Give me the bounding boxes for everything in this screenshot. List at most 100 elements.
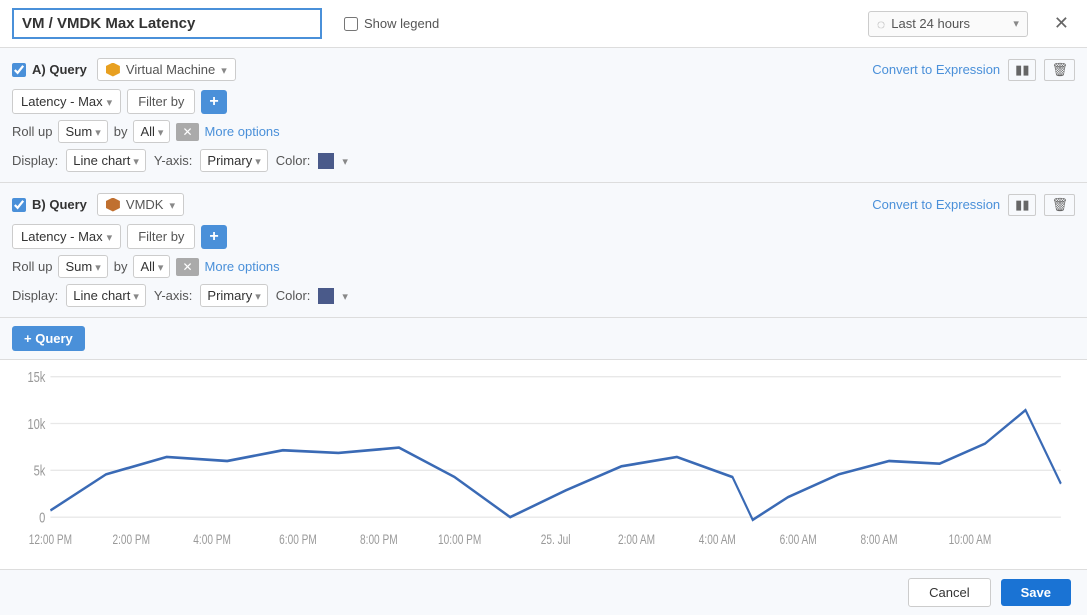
query-a-rollup-by-dropdown[interactable]: All [133, 120, 170, 143]
chart-type-a-chevron [133, 153, 139, 168]
add-query-row: + Query [0, 318, 1087, 360]
query-b-label: B) Query [32, 197, 87, 212]
query-a-checkbox[interactable] [12, 63, 26, 77]
query-b-delete-button[interactable]: 🗑 [1044, 194, 1075, 216]
query-a-rollup-func-dropdown[interactable]: Sum [58, 120, 107, 143]
yaxis-b-chevron [255, 288, 261, 303]
content-area: A) Query Virtual Machine Convert to Expr… [0, 48, 1087, 569]
query-b-convert-link[interactable]: Convert to Expression ▮▮ 🗑 [872, 194, 1075, 216]
show-legend-checkbox[interactable] [344, 17, 358, 31]
query-b-color-label: Color: [276, 288, 311, 303]
svg-text:10k: 10k [27, 415, 45, 432]
query-b-metric-dropdown[interactable]: Latency - Max [12, 224, 121, 249]
query-a-panel: A) Query Virtual Machine Convert to Expr… [0, 48, 1087, 183]
query-b-display-label: Display: [12, 288, 58, 303]
query-a-more-options-link[interactable]: More options [205, 124, 280, 139]
main-container: Show legend ◌ Last 24 hours ✕ A) Query V… [0, 0, 1087, 615]
svg-text:8:00 PM: 8:00 PM [360, 532, 398, 548]
save-button[interactable]: Save [1001, 579, 1071, 606]
svg-text:6:00 PM: 6:00 PM [279, 532, 317, 548]
query-a-copy-button[interactable]: ▮▮ [1008, 59, 1036, 81]
svg-text:2:00 PM: 2:00 PM [112, 532, 150, 548]
time-selector[interactable]: ◌ Last 24 hours [868, 11, 1028, 37]
svg-text:0: 0 [39, 509, 45, 526]
query-b-more-options-link[interactable]: More options [205, 259, 280, 274]
query-b-rollup-label: Roll up [12, 259, 52, 274]
query-a-chart-type-text: Line chart [73, 153, 130, 168]
query-b-checkbox[interactable] [12, 198, 26, 212]
query-b-filter-button[interactable]: Filter by [127, 224, 195, 249]
query-a-label: A) Query [32, 62, 87, 77]
query-b-add-button[interactable]: + [201, 225, 226, 249]
query-b-rollup-func-text: Sum [65, 259, 92, 274]
svg-text:6:00 AM: 6:00 AM [780, 532, 817, 548]
metric-b-chevron-icon [107, 229, 113, 244]
query-b-entity-text: VMDK [126, 197, 164, 212]
query-b-yaxis-dropdown[interactable]: Primary [200, 284, 267, 307]
query-b-entity-dropdown[interactable]: VMDK [97, 193, 184, 216]
query-a-filter-button[interactable]: Filter by [127, 89, 195, 114]
query-b-metric-row: Latency - Max Filter by + [12, 224, 1075, 249]
query-b-color-swatch[interactable] [318, 288, 334, 304]
query-a-entity-text: Virtual Machine [126, 62, 215, 77]
rollup-a-by-chevron [158, 124, 164, 139]
query-a-metric-row: Latency - Max Filter by + [12, 89, 1075, 114]
query-a-yaxis-label: Y-axis: [154, 153, 193, 168]
query-a-color-swatch[interactable] [318, 153, 334, 169]
query-b-rollup-func-dropdown[interactable]: Sum [58, 255, 107, 278]
query-a-convert-label: Convert to Expression [872, 62, 1000, 77]
query-b-chart-type-dropdown[interactable]: Line chart [66, 284, 146, 307]
query-b-display-row: Display: Line chart Y-axis: Primary Colo… [12, 284, 1075, 307]
query-b-header: B) Query VMDK Convert to Expression ▮▮ 🗑 [12, 193, 1075, 216]
rollup-b-by-chevron [158, 259, 164, 274]
query-b-convert-label: Convert to Expression [872, 197, 1000, 212]
query-b-by-label: by [114, 259, 128, 274]
query-b-copy-button[interactable]: ▮▮ [1008, 194, 1036, 216]
query-b-clear-button[interactable]: ✕ [176, 258, 198, 276]
footer-row: Cancel Save [0, 569, 1087, 615]
time-chevron-icon [1013, 17, 1019, 30]
time-range-text: Last 24 hours [891, 16, 1007, 31]
query-a-display-row: Display: Line chart Y-axis: Primary Colo… [12, 149, 1075, 172]
query-b-rollup-by-dropdown[interactable]: All [133, 255, 170, 278]
query-a-yaxis-text: Primary [207, 153, 252, 168]
query-a-convert-link[interactable]: Convert to Expression ▮▮ 🗑 [872, 59, 1075, 81]
metric-a-chevron-icon [107, 94, 113, 109]
query-a-clear-button[interactable]: ✕ [176, 123, 198, 141]
entity-a-chevron-icon [221, 62, 227, 77]
query-a-rollup-row: Roll up Sum by All ✕ More options [12, 120, 1075, 143]
clock-icon: ◌ [877, 16, 885, 32]
chart-svg: 15k 10k 5k 0 12:00 PM 2:00 PM 4:00 PM 6:… [10, 370, 1071, 564]
color-b-chevron [342, 288, 348, 303]
query-a-add-button[interactable]: + [201, 90, 226, 114]
query-a-metric-text: Latency - Max [21, 94, 103, 109]
svg-text:4:00 AM: 4:00 AM [699, 532, 736, 548]
vm-icon [106, 63, 120, 77]
query-b-metric-text: Latency - Max [21, 229, 103, 244]
svg-text:2:00 AM: 2:00 AM [618, 532, 655, 548]
query-a-entity-dropdown[interactable]: Virtual Machine [97, 58, 236, 81]
chart-type-b-chevron [133, 288, 139, 303]
svg-text:15k: 15k [27, 370, 45, 385]
chart-area: 15k 10k 5k 0 12:00 PM 2:00 PM 4:00 PM 6:… [0, 360, 1087, 569]
query-a-yaxis-dropdown[interactable]: Primary [200, 149, 267, 172]
query-a-chart-type-dropdown[interactable]: Line chart [66, 149, 146, 172]
yaxis-a-chevron [255, 153, 261, 168]
query-b-yaxis-text: Primary [207, 288, 252, 303]
add-query-button[interactable]: + Query [12, 326, 85, 351]
color-a-chevron [342, 153, 348, 168]
svg-text:25. Jul: 25. Jul [541, 532, 571, 548]
query-a-color-label: Color: [276, 153, 311, 168]
header-row: Show legend ◌ Last 24 hours ✕ [0, 0, 1087, 48]
query-a-rollup-by-text: All [140, 124, 154, 139]
cancel-button[interactable]: Cancel [908, 578, 990, 607]
query-b-rollup-row: Roll up Sum by All ✕ More options [12, 255, 1075, 278]
entity-b-chevron-icon [169, 197, 175, 212]
title-input[interactable] [12, 8, 322, 39]
vmdk-icon [106, 198, 120, 212]
show-legend-label: Show legend [364, 16, 439, 31]
query-a-metric-dropdown[interactable]: Latency - Max [12, 89, 121, 114]
query-a-display-label: Display: [12, 153, 58, 168]
close-button[interactable]: ✕ [1048, 11, 1075, 36]
query-a-delete-button[interactable]: 🗑 [1044, 59, 1075, 81]
